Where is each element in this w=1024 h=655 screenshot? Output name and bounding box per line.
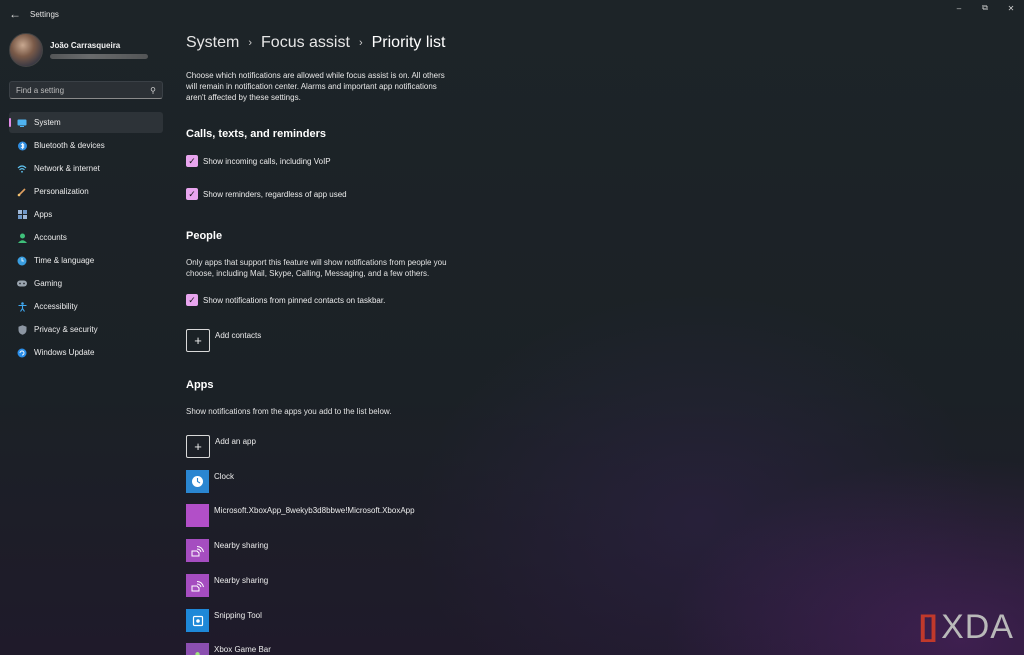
- add-contacts-label: Add contacts: [215, 331, 262, 340]
- accessibility-icon: [17, 301, 27, 312]
- app-list-item-nearby-sharing[interactable]: Nearby sharing: [186, 574, 268, 597]
- sidebar-item-network[interactable]: Network & internet: [9, 158, 163, 179]
- sidebar-item-personalization[interactable]: Personalization: [9, 181, 163, 202]
- checkbox-row-reminders[interactable]: ✓ Show reminders, regardless of app used: [186, 188, 347, 200]
- app-name: Nearby sharing: [214, 576, 269, 585]
- add-contacts-button[interactable]: + Add contacts: [186, 329, 261, 352]
- sidebar-item-windows-update[interactable]: Windows Update: [9, 342, 163, 363]
- app-list-item-xbox-app[interactable]: Microsoft.XboxApp_8wekyb3d8bbwe!Microsof…: [186, 504, 415, 527]
- breadcrumb: System › Focus assist › Priority list: [186, 34, 445, 52]
- xbox-app-icon: [186, 504, 209, 527]
- checkbox-label: Show notifications from pinned contacts …: [203, 295, 386, 305]
- sidebar-item-gaming[interactable]: Gaming: [9, 273, 163, 294]
- sidebar-nav: System Bluetooth & devices Network & int…: [9, 112, 163, 365]
- sidebar-item-label: Personalization: [34, 187, 89, 196]
- search-icon[interactable]: ⚲: [150, 86, 156, 95]
- sidebar-item-privacy-security[interactable]: Privacy & security: [9, 319, 163, 340]
- app-list-item-clock[interactable]: Clock: [186, 470, 234, 493]
- sidebar-item-accessibility[interactable]: Accessibility: [9, 296, 163, 317]
- bluetooth-icon: [17, 141, 27, 151]
- breadcrumb-system[interactable]: System: [186, 34, 239, 52]
- search-input[interactable]: Find a setting ⚲: [9, 81, 163, 99]
- sidebar-item-time-language[interactable]: Time & language: [9, 250, 163, 271]
- app-name: Nearby sharing: [214, 541, 269, 550]
- sidebar-item-label: Privacy & security: [34, 325, 98, 334]
- profile-email-blurred: [50, 54, 148, 59]
- app-list-item-nearby-sharing[interactable]: Nearby sharing: [186, 539, 268, 562]
- checkbox-row-pinned-contacts[interactable]: ✓ Show notifications from pinned contact…: [186, 294, 385, 306]
- sidebar-item-bluetooth[interactable]: Bluetooth & devices: [9, 135, 163, 156]
- sidebar-item-label: System: [34, 118, 61, 127]
- checkbox-checked[interactable]: ✓: [186, 188, 198, 200]
- xbox-game-bar-icon: ●: [186, 643, 209, 655]
- sidebar: João Carrasqueira Find a setting ⚲ Syste…: [0, 28, 172, 655]
- app-name: Xbox Game Bar: [214, 645, 271, 654]
- app-name: Microsoft.XboxApp_8wekyb3d8bbwe!Microsof…: [214, 506, 415, 515]
- chevron-right-icon: ›: [248, 37, 253, 49]
- xda-logo-bracket: [​]: [919, 610, 937, 643]
- close-icon[interactable]: ✕: [998, 0, 1024, 16]
- title-bar: ← Settings – ⧉ ✕: [0, 0, 1024, 28]
- breadcrumb-focus-assist[interactable]: Focus assist: [261, 34, 350, 52]
- shield-icon: [17, 324, 27, 335]
- app-name: Snipping Tool: [214, 611, 262, 620]
- chevron-right-icon: ›: [358, 37, 363, 49]
- monitor-icon: [17, 118, 27, 128]
- sidebar-item-accounts[interactable]: Accounts: [9, 227, 163, 248]
- checkbox-checked[interactable]: ✓: [186, 155, 198, 167]
- intro-text: Choose which notifications are allowed w…: [186, 71, 445, 102]
- maximize-icon[interactable]: ⧉: [972, 0, 998, 16]
- profile-name: João Carrasqueira: [50, 41, 121, 50]
- sidebar-item-label: Accessibility: [34, 302, 78, 311]
- sidebar-item-apps[interactable]: Apps: [9, 204, 163, 225]
- apps-description: Show notifications from the apps you add…: [186, 407, 392, 416]
- checkbox-label: Show reminders, regardless of app used: [203, 189, 347, 199]
- app-name: Clock: [214, 472, 235, 481]
- minimize-icon[interactable]: –: [946, 0, 972, 16]
- snipping-tool-icon: [186, 609, 209, 632]
- apps-grid-icon: [17, 210, 27, 220]
- people-description: Only apps that support this feature will…: [186, 258, 447, 278]
- sidebar-item-label: Gaming: [34, 279, 63, 288]
- wifi-icon: [17, 164, 27, 174]
- page-title: Priority list: [371, 34, 446, 51]
- add-app-button[interactable]: + Add an app: [186, 435, 256, 458]
- checkbox-row-incoming-calls[interactable]: ✓ Show incoming calls, including VoIP: [186, 155, 331, 167]
- sidebar-item-label: Windows Update: [34, 348, 95, 357]
- sidebar-item-system[interactable]: System: [9, 112, 163, 133]
- refresh-icon: [17, 348, 27, 358]
- sidebar-item-label: Accounts: [34, 233, 67, 242]
- checkbox-label: Show incoming calls, including VoIP: [203, 156, 331, 166]
- plus-icon: +: [186, 435, 210, 458]
- avatar: [9, 33, 43, 67]
- xda-logo-text: XDA: [941, 607, 1014, 646]
- search-placeholder: Find a setting: [16, 85, 65, 95]
- back-arrow-icon[interactable]: ←: [2, 1, 28, 27]
- section-calls-title: Calls, texts, and reminders: [186, 128, 326, 140]
- user-profile[interactable]: João Carrasqueira: [9, 33, 148, 67]
- globe-clock-icon: [17, 256, 27, 266]
- app-list-item-snipping-tool[interactable]: Snipping Tool: [186, 609, 262, 632]
- app-list-item-xbox-game-bar[interactable]: ● Xbox Game Bar: [186, 643, 271, 655]
- clock-icon: [186, 470, 209, 493]
- sidebar-item-label: Bluetooth & devices: [34, 141, 105, 150]
- sidebar-item-label: Time & language: [34, 256, 95, 265]
- nearby-sharing-icon: [186, 574, 209, 597]
- xda-watermark: [​] XDA: [919, 607, 1014, 647]
- section-apps-title: Apps: [186, 379, 214, 391]
- section-people-title: People: [186, 230, 223, 242]
- person-icon: [17, 233, 27, 243]
- checkbox-checked[interactable]: ✓: [186, 294, 198, 306]
- nearby-sharing-icon: [186, 539, 209, 562]
- gamepad-icon: [17, 279, 27, 289]
- main-content: System › Focus assist › Priority list Ch…: [186, 28, 846, 655]
- plus-icon: +: [186, 329, 210, 352]
- sidebar-item-label: Apps: [34, 210, 53, 219]
- brush-icon: [17, 187, 27, 197]
- add-app-label: Add an app: [215, 437, 256, 446]
- sidebar-item-label: Network & internet: [34, 164, 100, 173]
- window-controls: – ⧉ ✕: [946, 0, 1024, 16]
- app-title: Settings: [30, 9, 59, 19]
